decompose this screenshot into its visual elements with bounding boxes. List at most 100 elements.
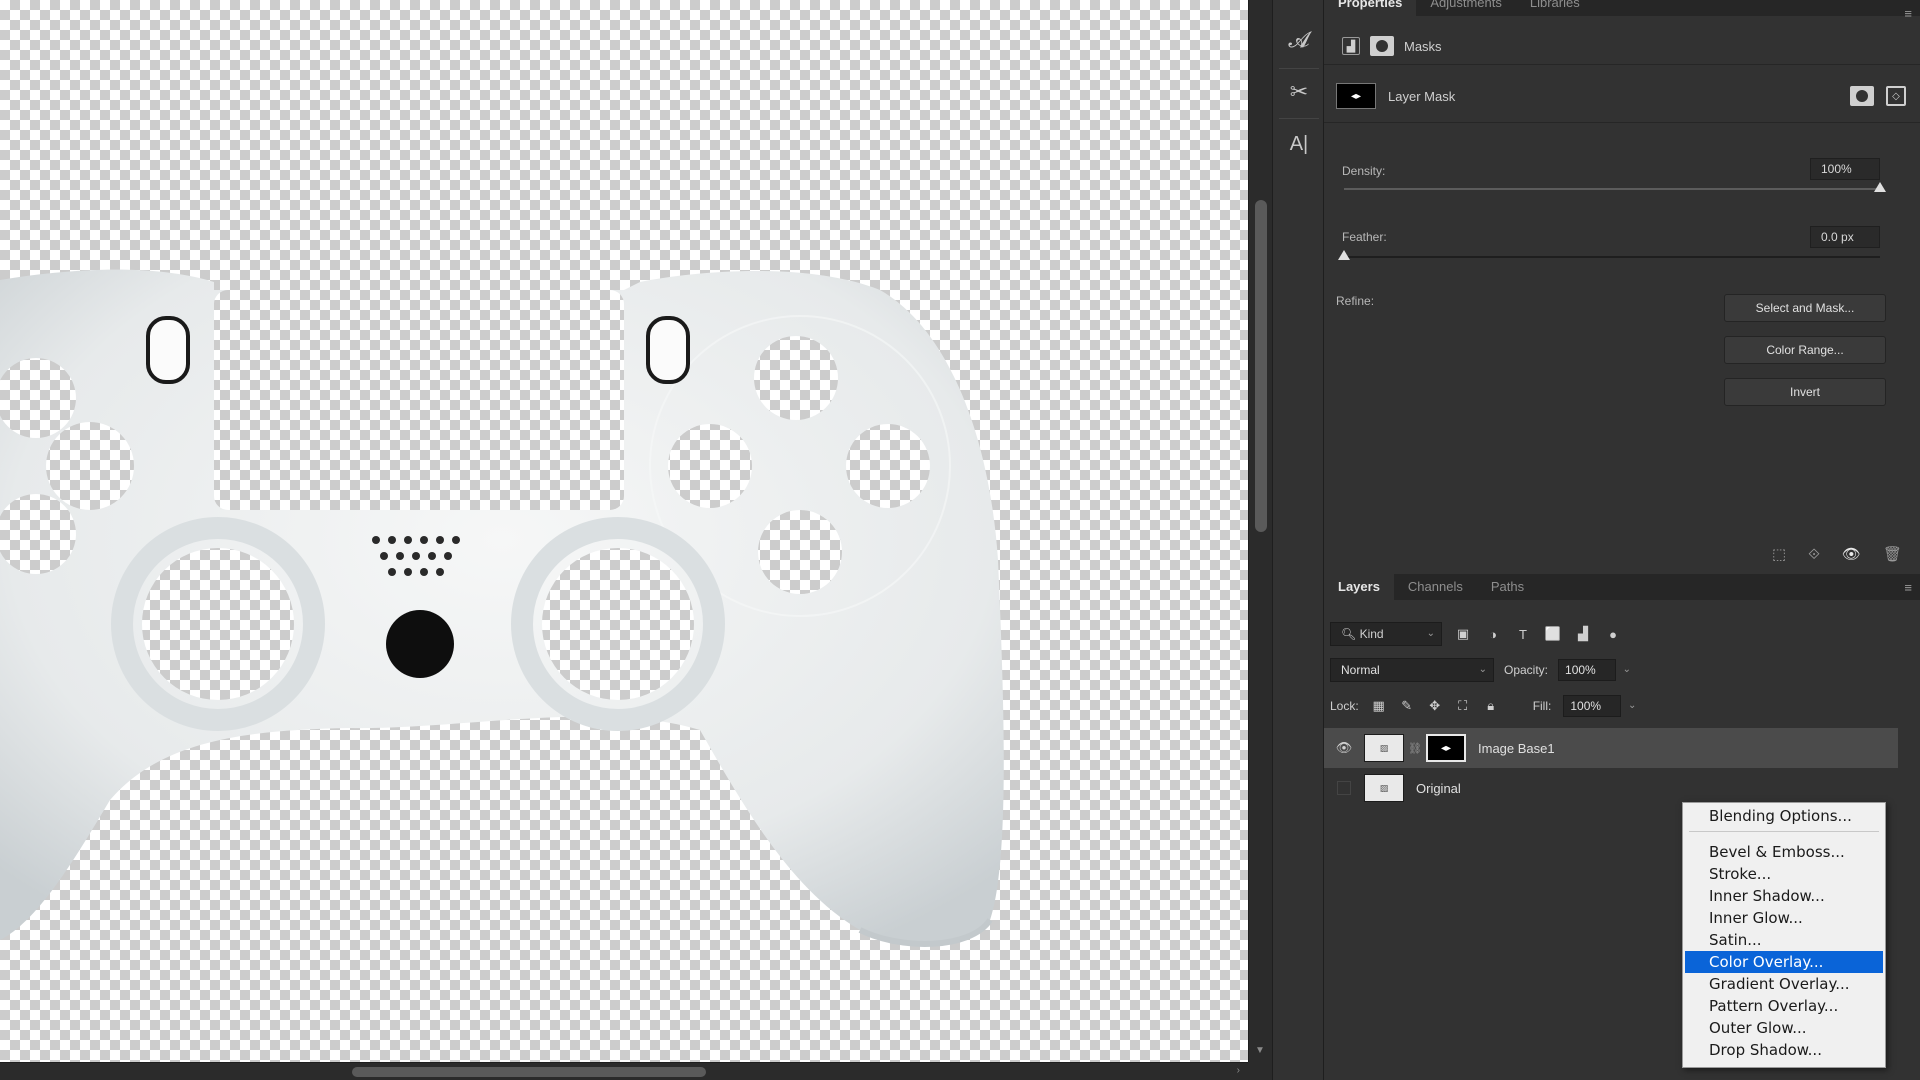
layer-mask-thumbnail[interactable]: ◂▸	[1426, 734, 1466, 762]
smart-object-filter-icon[interactable]: ▟	[1574, 625, 1592, 643]
add-vector-mask-icon[interactable]: ◇	[1886, 86, 1906, 106]
layer-mask-thumbnail: ◂▸	[1336, 83, 1376, 109]
menu-item-gradient-overlay[interactable]: Gradient Overlay...	[1685, 973, 1883, 995]
menu-separator	[1689, 831, 1879, 832]
opacity-value: 100%	[1565, 663, 1596, 677]
refine-label: Refine:	[1336, 294, 1375, 308]
layer-visibility-toggle[interactable]	[1324, 781, 1364, 795]
menu-item-blending-options[interactable]: Blending Options...	[1685, 805, 1883, 827]
feather-field[interactable]: 0.0 px	[1810, 226, 1880, 248]
feather-slider-thumb[interactable]	[1338, 250, 1350, 260]
density-slider[interactable]	[1344, 182, 1886, 192]
tab-layers[interactable]: Layers	[1324, 574, 1394, 600]
menu-item-pattern-overlay[interactable]: Pattern Overlay...	[1685, 995, 1883, 1017]
color-range-button[interactable]: Color Range...	[1724, 336, 1886, 364]
lock-row: Lock: ▦ ✎ ✥ ⛶ 🔒︎ Fill: 100% ⌄	[1330, 694, 1636, 718]
menu-item-stroke[interactable]: Stroke...	[1685, 863, 1883, 885]
chevron-down-icon: ⌄	[1478, 664, 1487, 675]
panel-tool-strip: 𝓐 ✂ A|	[1272, 0, 1324, 1080]
lock-label: Lock:	[1330, 699, 1359, 713]
lock-position-icon[interactable]: ✥	[1427, 698, 1443, 714]
menu-item-satin[interactable]: Satin...	[1685, 929, 1883, 951]
divider	[1324, 122, 1920, 123]
visibility-eye-icon[interactable]: 👁	[1842, 545, 1861, 563]
scissors-icon[interactable]: ✂	[1281, 74, 1317, 110]
invert-button[interactable]: Invert	[1724, 378, 1886, 406]
lock-all-icon[interactable]: 🔒︎	[1483, 698, 1499, 714]
mask-link-icon[interactable]: ⛓	[1408, 742, 1422, 755]
scroll-right-arrow-icon[interactable]: ›	[1237, 1065, 1240, 1076]
fill-field[interactable]: 100% ⌄	[1563, 695, 1636, 717]
blend-mode-dropdown[interactable]: Normal ⌄	[1330, 658, 1494, 682]
canvas-horizontal-scrollbar[interactable]: ›	[0, 1062, 1248, 1080]
menu-item-bevel-emboss[interactable]: Bevel & Emboss...	[1685, 841, 1883, 863]
canvas-vertical-scrollbar[interactable]: ▼	[1248, 0, 1272, 1062]
adjustment-filter-icon[interactable]: ◑	[1484, 625, 1502, 643]
opacity-field[interactable]: 100% ⌄	[1558, 659, 1631, 681]
kind-label: Kind	[1359, 627, 1384, 641]
menu-item-drop-shadow[interactable]: Drop Shadow...	[1685, 1039, 1883, 1061]
menu-item-color-overlay[interactable]: Color Overlay...	[1685, 951, 1883, 973]
panel-menu-icon[interactable]: ≡	[1904, 6, 1912, 21]
chevron-down-icon[interactable]: ⌄	[1623, 660, 1631, 680]
feather-slider[interactable]	[1338, 250, 1880, 260]
horizontal-scroll-thumb[interactable]	[352, 1067, 706, 1077]
tab-paths[interactable]: Paths	[1477, 574, 1538, 600]
lock-image-icon[interactable]: ✎	[1399, 698, 1415, 714]
add-pixel-mask-icon[interactable]	[1850, 86, 1874, 106]
pixel-mask-icon[interactable]: ▟	[1342, 37, 1360, 55]
menu-item-inner-glow[interactable]: Inner Glow...	[1685, 907, 1883, 929]
layer-mask-label: Layer Mask	[1388, 88, 1456, 104]
layer-thumbnail: ▨	[1364, 734, 1404, 762]
pixel-filter-icon[interactable]: ▣	[1454, 625, 1472, 643]
tab-properties[interactable]: Properties	[1324, 0, 1417, 16]
menu-item-outer-glow[interactable]: Outer Glow...	[1685, 1017, 1883, 1039]
density-slider-thumb[interactable]	[1874, 182, 1886, 192]
character-style-icon[interactable]: 𝓐	[1281, 22, 1317, 58]
layer-filter-bar: 🔍︎ Kind ⌄ ▣ ◑ T ⬜ ▟ ●	[1324, 618, 1920, 650]
photoshop-window: ▼ › 𝓐 ✂ A| Properties Adjustments Librar…	[0, 0, 1920, 1080]
density-field[interactable]: 100%	[1810, 158, 1880, 180]
kind-filter-dropdown[interactable]: 🔍︎ Kind ⌄	[1330, 622, 1442, 646]
tab-libraries[interactable]: Libraries	[1516, 0, 1594, 16]
opacity-label: Opacity:	[1504, 663, 1549, 677]
shape-filter-icon[interactable]: ⬜	[1544, 625, 1562, 643]
chevron-down-icon[interactable]: ⌄	[1628, 696, 1636, 716]
search-icon: 🔍︎	[1341, 627, 1357, 641]
document-canvas[interactable]	[0, 0, 1248, 1062]
tool-divider	[1279, 118, 1319, 119]
properties-panel: Properties Adjustments Libraries ≡ ▟ Mas…	[1324, 0, 1920, 570]
controller-image	[0, 269, 1004, 947]
tab-channels[interactable]: Channels	[1394, 574, 1477, 600]
type-filter-icon[interactable]: T	[1514, 625, 1532, 643]
fill-value: 100%	[1570, 699, 1602, 713]
blend-mode-value: Normal	[1341, 663, 1380, 677]
vertical-scroll-thumb[interactable]	[1255, 200, 1267, 532]
apply-mask-icon[interactable]: ⟐	[1808, 546, 1820, 563]
delete-mask-icon[interactable]: 🗑	[1883, 545, 1902, 563]
load-selection-icon[interactable]: ⬚	[1772, 545, 1786, 563]
blend-row: Normal ⌄ Opacity: 100% ⌄	[1330, 658, 1631, 682]
vector-mask-icon[interactable]	[1370, 36, 1394, 56]
paragraph-type-icon[interactable]: A|	[1281, 126, 1317, 162]
layer-style-context-menu: Blending Options... Bevel & Emboss... St…	[1682, 802, 1886, 1068]
layers-menu-icon[interactable]: ≡	[1904, 580, 1912, 595]
lock-artboard-icon[interactable]: ⛶	[1455, 698, 1471, 714]
density-label: Density:	[1342, 164, 1386, 178]
lock-transparency-icon[interactable]: ▦	[1371, 698, 1387, 714]
menu-item-inner-shadow[interactable]: Inner Shadow...	[1685, 885, 1883, 907]
fill-label: Fill:	[1532, 699, 1552, 713]
select-and-mask-button[interactable]: Select and Mask...	[1724, 294, 1886, 322]
layer-name[interactable]: Original	[1416, 781, 1461, 796]
scroll-down-arrow-icon[interactable]: ▼	[1255, 1045, 1265, 1056]
layer-row[interactable]: 👁 ▨ ⛓ ◂▸ Image Base1	[1324, 728, 1898, 768]
layers-tabbar: Layers Channels Paths	[1324, 574, 1920, 600]
divider	[1324, 64, 1920, 65]
layer-name[interactable]: Image Base1	[1478, 741, 1555, 756]
tool-divider	[1279, 68, 1319, 69]
masks-label: Masks	[1404, 38, 1442, 54]
layer-visibility-eye-icon[interactable]: 👁	[1324, 740, 1364, 756]
tab-adjustments[interactable]: Adjustments	[1416, 0, 1516, 16]
masks-header: ▟ Masks	[1342, 34, 1442, 58]
filter-toggle-icon[interactable]: ●	[1604, 625, 1622, 643]
